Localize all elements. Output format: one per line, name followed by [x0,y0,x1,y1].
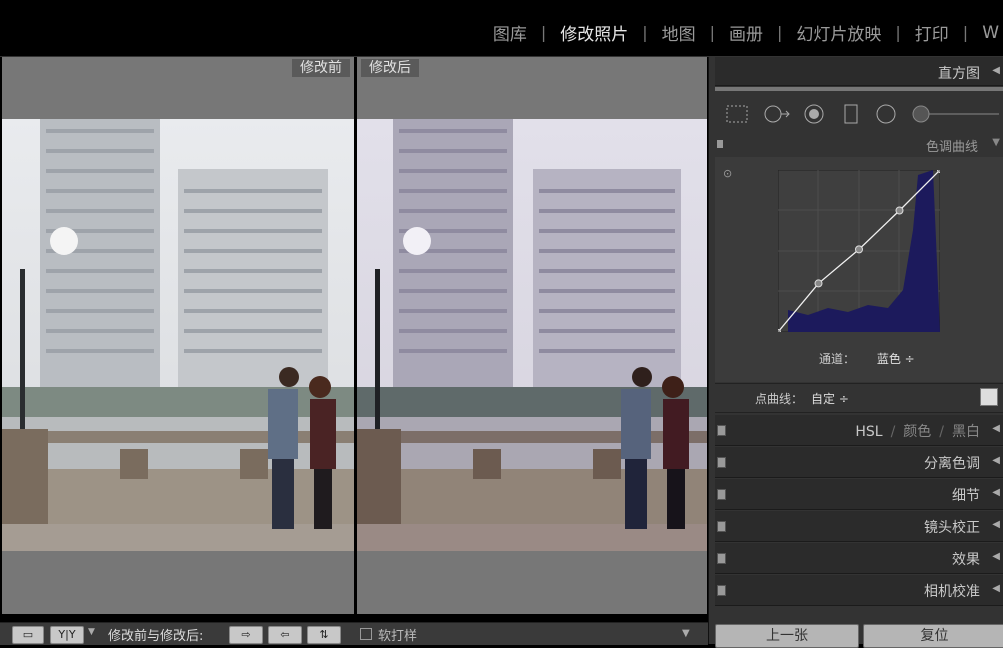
collapse-arrow-icon[interactable]: ◀ [992,551,1000,562]
channel-row: 通道： 蓝色 ÷ [819,350,915,367]
expand-arrow-icon[interactable]: ▼ [992,137,1000,148]
hsl-tabs: HSL / 颜色 / 黑白 [855,424,980,440]
split-toning-title: 分离色调 [924,456,980,472]
tone-curve-title: 色调曲线 [925,140,978,155]
module-develop[interactable]: 修改照片 [546,20,642,45]
loupe-view-icon: ▭ [22,628,34,641]
tab-hsl[interactable]: HSL [855,424,882,440]
after-pane[interactable]: 修改后 [357,57,707,614]
spot-removal-icon[interactable] [763,104,793,124]
tone-curve-header[interactable]: 色调曲线 ▼ [715,137,1003,155]
tab-color[interactable]: 颜色 [903,424,931,440]
module-print[interactable]: 打印 [901,20,963,45]
bottom-toolbar: ▭ Y|Y ▼ 修改前与修改后: ⇨ ⇦ ⇅ 软打样 ▼ [0,622,708,645]
curve-point[interactable] [855,245,863,254]
previous-button[interactable]: 上一张 [715,624,859,648]
collapse-arrow-icon[interactable]: ◀ [992,487,1000,498]
swap-icon: ⇅ [319,628,329,641]
swap-before-after-button[interactable]: ⇅ [307,626,341,644]
collapse-arrow-icon[interactable]: ◀ [992,455,1000,466]
panel-toggle-icon[interactable] [717,425,726,436]
hsl-panel-header[interactable]: HSL / 颜色 / 黑白 ◀ [715,415,1003,446]
lens-corrections-title: 镜头校正 [924,520,980,536]
reset-button[interactable]: 复位 [863,624,1003,648]
camera-calibration-title: 相机校准 [924,584,980,600]
point-curve-label: 点曲线： [755,392,804,406]
arrow-right-icon: ⇨ [241,628,251,641]
histogram-header[interactable]: 直方图 ◀ [715,57,1003,86]
histogram-title: 直方图 [938,66,980,82]
curve-point[interactable] [814,279,823,288]
panel-toggle-icon[interactable] [717,521,726,532]
channel-select[interactable]: 蓝色 ÷ [877,352,915,366]
panel-toggle-icon[interactable] [717,585,726,596]
loupe-view-button[interactable]: ▭ [12,626,44,644]
softproof-label: 软打样 [378,629,418,644]
histogram-strip [715,87,1003,91]
detail-title: 细节 [952,488,980,504]
chevron-down-icon[interactable]: ▼ [88,627,95,637]
right-panel: 直方图 ◀ 色调曲线 ▼ ⊙ 通道： 蓝色 ÷ 点曲线： 自定 ÷ HSL / … [708,57,1003,648]
tool-strip [715,95,1003,133]
compare-mode-label: 修改前与修改后: [108,629,204,644]
copy-after-to-before-button[interactable]: ⇦ [268,626,302,644]
tab-bw[interactable]: 黑白 [952,424,980,440]
detail-header[interactable]: 细节 ◀ [715,479,1003,510]
before-after-view-button[interactable]: Y|Y [50,626,84,644]
panel-toggle-icon[interactable] [717,457,726,468]
before-photo [2,119,354,551]
before-label: 修改前 [292,59,350,77]
compare-view: 修改前 修改后 [0,57,708,614]
tone-curve-graph[interactable] [778,170,940,332]
camera-calibration-header[interactable]: 相机校准 ◀ [715,575,1003,606]
collapse-arrow-icon[interactable]: ◀ [992,423,1000,434]
effects-title: 效果 [952,552,980,568]
tone-curve-panel: ⊙ 通道： 蓝色 ÷ [715,157,1003,382]
lens-corrections-header[interactable]: 镜头校正 ◀ [715,511,1003,542]
adjustment-brush-slider[interactable] [911,104,1001,124]
collapse-arrow-icon[interactable]: ◀ [992,519,1000,530]
effects-header[interactable]: 效果 ◀ [715,543,1003,574]
copy-before-to-after-button[interactable]: ⇨ [229,626,263,644]
panel-toggle-icon[interactable] [717,489,726,500]
radial-filter-icon[interactable] [875,104,897,124]
module-picker: 图库 | 修改照片 | 地图 | 画册 | 幻灯片放映 | 打印 | W [479,20,1003,46]
targeted-adjustment-icon[interactable]: ⊙ [723,167,732,180]
toolbar-menu-chevron-icon[interactable]: ▼ [682,628,690,639]
module-bar: 图库 | 修改照片 | 地图 | 画册 | 幻灯片放映 | 打印 | W [0,0,1003,57]
curve-point[interactable] [895,206,904,215]
module-library[interactable]: 图库 [479,20,541,45]
point-curve-edit-icon[interactable] [980,388,998,406]
point-curve-row: 点曲线： 自定 ÷ [715,383,1003,413]
module-slideshow[interactable]: 幻灯片放映 [782,20,895,45]
crop-tool-icon[interactable] [725,104,749,124]
arrow-left-icon: ⇦ [280,628,290,641]
softproof-checkbox[interactable] [360,628,372,640]
channel-label: 通道： [819,352,856,366]
module-book[interactable]: 画册 [715,20,777,45]
collapse-arrow-icon[interactable]: ◀ [992,583,1000,594]
after-photo [357,119,707,551]
module-map[interactable]: 地图 [648,20,710,45]
before-pane[interactable]: 修改前 [2,57,354,614]
point-curve-select[interactable]: 自定 ÷ [811,390,849,407]
collapse-arrow-icon[interactable]: ◀ [992,65,1000,76]
panel-toggle-icon[interactable] [717,553,726,564]
split-toning-header[interactable]: 分离色调 ◀ [715,447,1003,478]
panel-toggle-icon[interactable] [717,140,723,148]
red-eye-icon[interactable] [803,104,825,124]
module-web[interactable]: W [968,23,1003,43]
after-label: 修改后 [361,59,419,77]
graduated-filter-icon[interactable] [843,104,859,124]
